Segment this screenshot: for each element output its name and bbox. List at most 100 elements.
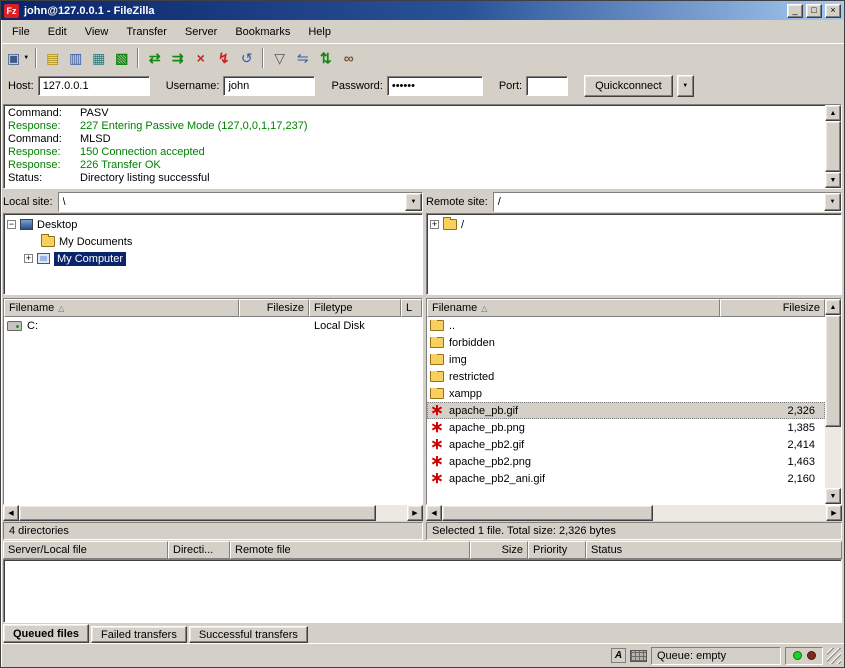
remote-file-row[interactable]: xampp bbox=[427, 385, 825, 402]
log-scroll-track[interactable] bbox=[825, 121, 841, 172]
reconnect-button[interactable]: ↺ bbox=[235, 47, 258, 69]
toggle-local-tree-button[interactable]: ▥ bbox=[64, 47, 87, 69]
tree-item-desktop[interactable]: − Desktop bbox=[7, 216, 419, 233]
remote-file-row-selected[interactable]: ∗apache_pb.gif2,326 bbox=[427, 402, 825, 419]
scroll-right-icon[interactable]: ▶ bbox=[407, 505, 423, 521]
column-header-remote-file[interactable]: Remote file bbox=[230, 541, 470, 559]
column-header-priority[interactable]: Priority bbox=[528, 541, 586, 559]
remote-site-input[interactable] bbox=[494, 193, 824, 211]
toggle-log-button[interactable]: ▤ bbox=[41, 47, 64, 69]
tab-queued-files[interactable]: Queued files bbox=[3, 624, 89, 643]
tab-failed-transfers[interactable]: Failed transfers bbox=[91, 626, 187, 643]
scroll-up-icon[interactable]: ▲ bbox=[825, 299, 841, 315]
close-button[interactable]: × bbox=[825, 4, 841, 18]
titlebar[interactable]: Fz john@127.0.0.1 - FileZilla _ □ × bbox=[1, 1, 844, 20]
remote-site-dropdown-icon[interactable]: ▼ bbox=[824, 193, 841, 211]
compare-button[interactable]: ⇋ bbox=[291, 47, 314, 69]
expand-expander-icon[interactable]: + bbox=[430, 220, 439, 229]
remote-file-row[interactable]: img bbox=[427, 351, 825, 368]
quickconnect-dropdown-button[interactable]: ▼ bbox=[677, 75, 694, 97]
tree-item-root[interactable]: + / bbox=[430, 216, 838, 233]
remote-horizontal-scrollbar[interactable]: ◀ ▶ bbox=[426, 505, 842, 521]
log-scroll-thumb[interactable] bbox=[825, 121, 841, 172]
local-file-row[interactable]: C: Local Disk bbox=[4, 317, 422, 334]
remote-vertical-scrollbar[interactable]: ▲ ▼ bbox=[825, 299, 841, 504]
column-header-filename[interactable]: Filename△ bbox=[427, 299, 720, 317]
remote-hscroll-track[interactable] bbox=[442, 505, 826, 521]
message-log: Command:PASV Response:227 Entering Passi… bbox=[3, 104, 842, 189]
process-queue-button[interactable]: ⇉ bbox=[166, 47, 189, 69]
remote-file-row[interactable]: ∗apache_pb.png1,385 bbox=[427, 419, 825, 436]
menu-transfer[interactable]: Transfer bbox=[117, 22, 176, 42]
log-scrollbar[interactable]: ▲ ▼ bbox=[825, 105, 841, 188]
menu-bookmarks[interactable]: Bookmarks bbox=[226, 22, 299, 42]
remote-file-row[interactable]: ∗apache_pb2_ani.gif2,160 bbox=[427, 470, 825, 487]
site-manager-dropdown-icon[interactable]: ▼ bbox=[23, 55, 29, 61]
tab-successful-transfers[interactable]: Successful transfers bbox=[189, 626, 308, 643]
username-input[interactable] bbox=[223, 76, 315, 96]
scroll-up-icon[interactable]: ▲ bbox=[825, 105, 841, 121]
local-site-dropdown-icon[interactable]: ▼ bbox=[405, 193, 422, 211]
local-list-body: C: Local Disk bbox=[4, 317, 422, 504]
column-header-filesize[interactable]: Filesize bbox=[239, 299, 309, 317]
column-header-filetype[interactable]: Filetype bbox=[309, 299, 401, 317]
scroll-right-icon[interactable]: ▶ bbox=[826, 505, 842, 521]
scroll-left-icon[interactable]: ◀ bbox=[3, 505, 19, 521]
transfer-type-indicator-icon[interactable]: A bbox=[611, 648, 626, 663]
toggle-queue-button[interactable]: ▧ bbox=[110, 47, 133, 69]
scroll-down-icon[interactable]: ▼ bbox=[825, 488, 841, 504]
refresh-button[interactable]: ⇄ bbox=[143, 47, 166, 69]
tree-item-my-documents[interactable]: My Documents bbox=[7, 233, 419, 250]
menu-help[interactable]: Help bbox=[299, 22, 340, 42]
remote-file-row[interactable]: restricted bbox=[427, 368, 825, 385]
tree-item-my-computer[interactable]: + My Computer bbox=[7, 250, 419, 267]
site-manager-button[interactable]: ▣ ▼ bbox=[5, 47, 31, 69]
column-header-filesize[interactable]: Filesize bbox=[720, 299, 825, 317]
local-pane: Local site: ▼ − Desktop My Documents bbox=[3, 191, 423, 521]
local-horizontal-scrollbar[interactable]: ◀ ▶ bbox=[3, 505, 423, 521]
encryption-indicator-icon[interactable] bbox=[630, 650, 647, 662]
sync-browse-button[interactable]: ⇅ bbox=[314, 47, 337, 69]
remote-file-row[interactable]: ∗apache_pb2.png1,463 bbox=[427, 453, 825, 470]
menu-file[interactable]: File bbox=[3, 22, 39, 42]
password-input[interactable] bbox=[387, 76, 483, 96]
local-hscroll-track[interactable] bbox=[19, 505, 407, 521]
local-hscroll-thumb[interactable] bbox=[19, 505, 376, 521]
menu-server[interactable]: Server bbox=[176, 22, 226, 42]
maximize-button[interactable]: □ bbox=[806, 4, 822, 18]
column-header-status[interactable]: Status bbox=[586, 541, 842, 559]
collapse-expander-icon[interactable]: − bbox=[7, 220, 16, 229]
expand-expander-icon[interactable]: + bbox=[24, 254, 33, 263]
disconnect-button[interactable]: ↯ bbox=[212, 47, 235, 69]
filezilla-logo-icon: Fz bbox=[4, 4, 19, 18]
queue-list[interactable] bbox=[3, 559, 842, 623]
column-header-lastmodified[interactable]: L bbox=[401, 299, 422, 317]
column-header-server-local-file[interactable]: Server/Local file bbox=[3, 541, 168, 559]
remote-file-row[interactable]: forbidden bbox=[427, 334, 825, 351]
remote-file-row[interactable]: ∗apache_pb2.gif2,414 bbox=[427, 436, 825, 453]
remote-vscroll-thumb[interactable] bbox=[825, 315, 841, 427]
minimize-button[interactable]: _ bbox=[787, 4, 803, 18]
port-input[interactable] bbox=[526, 76, 568, 96]
scroll-left-icon[interactable]: ◀ bbox=[426, 505, 442, 521]
filter-button[interactable]: ▽ bbox=[268, 47, 291, 69]
column-header-direction[interactable]: Directi... bbox=[168, 541, 230, 559]
quickconnect-button[interactable]: Quickconnect bbox=[584, 75, 673, 97]
cancel-button[interactable]: × bbox=[189, 47, 212, 69]
remote-file-row[interactable]: .. bbox=[427, 317, 825, 334]
column-header-label: Directi... bbox=[173, 544, 213, 556]
scroll-down-icon[interactable]: ▼ bbox=[825, 172, 841, 188]
host-input[interactable] bbox=[38, 76, 150, 96]
file-name-cell: xampp bbox=[427, 388, 725, 400]
remote-vscroll-track[interactable] bbox=[825, 315, 841, 488]
resize-grip[interactable] bbox=[827, 648, 841, 664]
remote-hscroll-thumb[interactable] bbox=[442, 505, 653, 521]
menu-edit[interactable]: Edit bbox=[39, 22, 76, 42]
menu-view[interactable]: View bbox=[76, 22, 118, 42]
find-button[interactable]: ∞ bbox=[337, 47, 360, 69]
local-site-input[interactable] bbox=[59, 193, 405, 211]
column-header-size[interactable]: Size bbox=[470, 541, 528, 559]
toggle-remote-tree-button[interactable]: ▦ bbox=[87, 47, 110, 69]
column-header-filename[interactable]: Filename△ bbox=[4, 299, 239, 317]
tree-item-label: / bbox=[461, 219, 464, 231]
